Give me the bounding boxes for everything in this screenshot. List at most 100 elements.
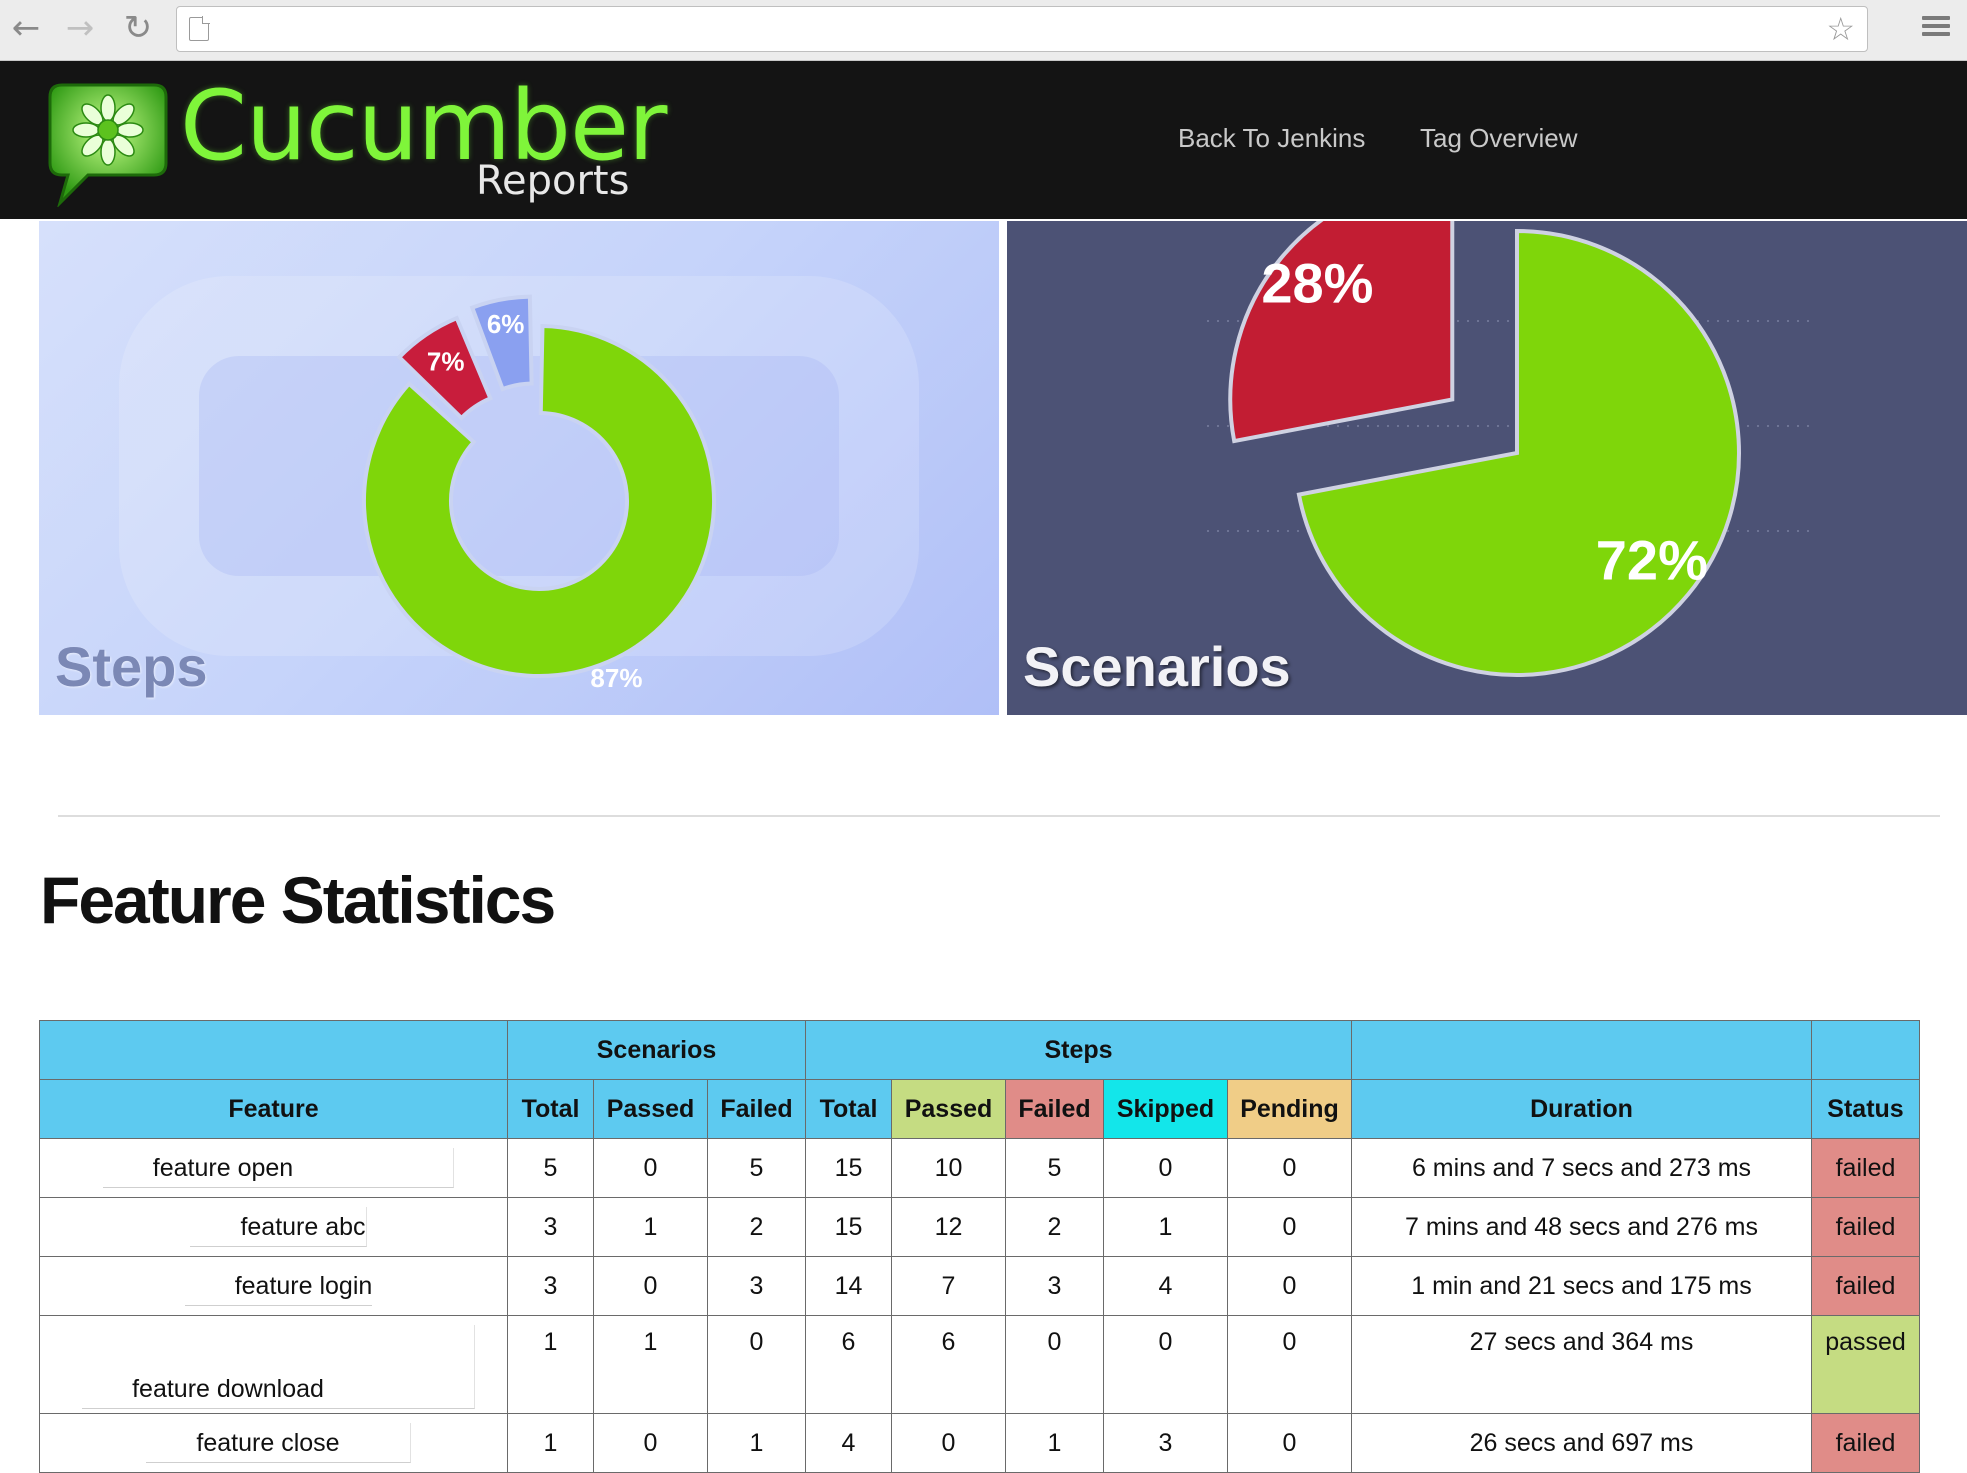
- scenarios-chart-panel: 72% 28% Scenarios: [1007, 221, 1967, 715]
- scenarios-passed-cell: 0: [593, 1138, 708, 1198]
- steps-passed-cell: 12: [891, 1197, 1006, 1257]
- duration-cell: 27 secs and 364 ms: [1351, 1315, 1812, 1414]
- feature-link[interactable]: feature open: [102, 1148, 455, 1188]
- steps-skipped-cell: 4: [1103, 1256, 1228, 1316]
- steps-pending-cell: 0: [1227, 1197, 1352, 1257]
- steps-chart-title: Steps: [55, 635, 208, 698]
- steps-failed-cell: 5: [1005, 1138, 1104, 1198]
- feature-link[interactable]: feature login: [184, 1266, 373, 1306]
- scenarios-group-header: Scenarios: [507, 1020, 806, 1080]
- table-row: feature close 1 0 1 4 0 1 3 0 26 secs an…: [39, 1413, 1920, 1473]
- site-header: Cucumber Reports Back To Jenkins Tag Ove…: [0, 61, 1967, 219]
- steps-chart-panel: 87% 7% 6% Steps: [39, 221, 999, 715]
- col-steps-failed: Failed: [1005, 1079, 1104, 1139]
- col-scenarios-failed: Failed: [707, 1079, 806, 1139]
- col-steps-total: Total: [805, 1079, 892, 1139]
- scenarios-chart-title: Scenarios: [1023, 635, 1291, 698]
- steps-pending-cell: 0: [1227, 1256, 1352, 1316]
- feature-statistics-title: Feature Statistics: [40, 863, 556, 937]
- slice-label: 7%: [427, 347, 465, 377]
- steps-failed-cell: 2: [1005, 1197, 1104, 1257]
- status-badge: failed: [1811, 1197, 1920, 1257]
- scenarios-failed-cell: 5: [707, 1138, 806, 1198]
- feature-name-cell: feature close: [39, 1413, 508, 1473]
- forward-arrow-icon[interactable]: →: [60, 8, 100, 48]
- browser-toolbar: ← → ↻ ☆: [0, 0, 1967, 61]
- steps-passed-cell: 10: [891, 1138, 1006, 1198]
- empty-header-cell: [1351, 1020, 1812, 1080]
- steps-skipped-cell: 3: [1103, 1413, 1228, 1473]
- nav-back-to-jenkins[interactable]: Back To Jenkins: [1178, 123, 1365, 154]
- logo-subtitle: Reports: [476, 158, 630, 204]
- status-badge: failed: [1811, 1256, 1920, 1316]
- address-bar[interactable]: ☆: [176, 6, 1868, 53]
- slice-label: 6%: [487, 309, 525, 339]
- col-steps-skipped: Skipped: [1103, 1079, 1228, 1139]
- duration-cell: 7 mins and 48 secs and 276 ms: [1351, 1197, 1812, 1257]
- col-scenarios-total: Total: [507, 1079, 594, 1139]
- steps-group-header: Steps: [805, 1020, 1352, 1080]
- col-scenarios-passed: Passed: [593, 1079, 708, 1139]
- slice-label: 72%: [1596, 528, 1708, 591]
- section-divider: [58, 815, 1940, 817]
- duration-cell: 1 min and 21 secs and 175 ms: [1351, 1256, 1812, 1316]
- scenarios-failed-cell: 1: [707, 1413, 806, 1473]
- col-feature: Feature: [39, 1079, 508, 1139]
- slice-label: 28%: [1261, 252, 1373, 315]
- table-column-header-row: Feature Total Passed Failed Total Passed…: [39, 1079, 1920, 1139]
- duration-cell: 6 mins and 7 secs and 273 ms: [1351, 1138, 1812, 1198]
- scenarios-failed-cell: 0: [707, 1315, 806, 1414]
- steps-passed-cell: 6: [891, 1315, 1006, 1414]
- steps-failed-cell: 0: [1005, 1315, 1104, 1414]
- status-badge: passed: [1811, 1315, 1920, 1414]
- col-steps-pending: Pending: [1227, 1079, 1352, 1139]
- scenarios-passed-cell: 0: [593, 1256, 708, 1316]
- steps-total-cell: 6: [805, 1315, 892, 1414]
- feature-link[interactable]: feature abc: [190, 1207, 367, 1247]
- status-badge: failed: [1811, 1138, 1920, 1198]
- table-row: feature download 1 1 0 6 6 0 0 0 27 secs…: [39, 1315, 1920, 1414]
- col-duration: Duration: [1351, 1079, 1812, 1139]
- feature-name-cell: feature abc: [39, 1197, 508, 1257]
- bookmark-star-icon[interactable]: ☆: [1826, 11, 1855, 47]
- scenarios-total-cell: 3: [507, 1197, 594, 1257]
- pie-slice-failed: 28%: [1228, 221, 1455, 444]
- scenarios-passed-cell: 1: [593, 1197, 708, 1257]
- status-badge: failed: [1811, 1413, 1920, 1473]
- table-row: feature abc 3 1 2 15 12 2 1 0 7 mins and…: [39, 1197, 1920, 1257]
- scenarios-total-cell: 1: [507, 1413, 594, 1473]
- steps-total-cell: 14: [805, 1256, 892, 1316]
- feature-name-cell: feature open: [39, 1138, 508, 1198]
- scenarios-failed-cell: 3: [707, 1256, 806, 1316]
- scenarios-passed-cell: 0: [593, 1413, 708, 1473]
- steps-passed-cell: 7: [891, 1256, 1006, 1316]
- steps-pending-cell: 0: [1227, 1138, 1352, 1198]
- feature-name-cell: feature login: [39, 1256, 508, 1316]
- back-arrow-icon[interactable]: ←: [6, 8, 46, 48]
- nav-tag-overview[interactable]: Tag Overview: [1420, 123, 1578, 154]
- table-row: feature login 3 0 3 14 7 3 4 0 1 min and…: [39, 1256, 1920, 1316]
- steps-total-cell: 15: [805, 1138, 892, 1198]
- steps-skipped-cell: 0: [1103, 1138, 1228, 1198]
- steps-failed-cell: 3: [1005, 1256, 1104, 1316]
- table-group-header-row: Scenarios Steps: [39, 1020, 1920, 1080]
- empty-header-cell: [1811, 1020, 1920, 1080]
- feature-name-cell: feature download: [39, 1315, 508, 1414]
- steps-failed-cell: 1: [1005, 1413, 1104, 1473]
- browser-menu-icon[interactable]: [1916, 6, 1956, 46]
- feature-statistics-table: Scenarios Steps Feature Total Passed Fai…: [39, 1020, 1920, 1473]
- duration-cell: 26 secs and 697 ms: [1351, 1413, 1812, 1473]
- steps-skipped-cell: 1: [1103, 1197, 1228, 1257]
- scenarios-total-cell: 5: [507, 1138, 594, 1198]
- steps-pending-cell: 0: [1227, 1413, 1352, 1473]
- steps-pending-cell: 0: [1227, 1315, 1352, 1414]
- col-status: Status: [1811, 1079, 1920, 1139]
- feature-link[interactable]: feature close: [146, 1423, 411, 1463]
- reload-icon[interactable]: ↻: [118, 8, 158, 48]
- feature-link[interactable]: feature download: [82, 1325, 475, 1409]
- page-icon: [189, 16, 210, 41]
- scenarios-total-cell: 3: [507, 1256, 594, 1316]
- table-row: feature open 5 0 5 15 10 5 0 0 6 mins an…: [39, 1138, 1920, 1198]
- url-input[interactable]: [225, 7, 1807, 53]
- empty-header-cell: [39, 1020, 508, 1080]
